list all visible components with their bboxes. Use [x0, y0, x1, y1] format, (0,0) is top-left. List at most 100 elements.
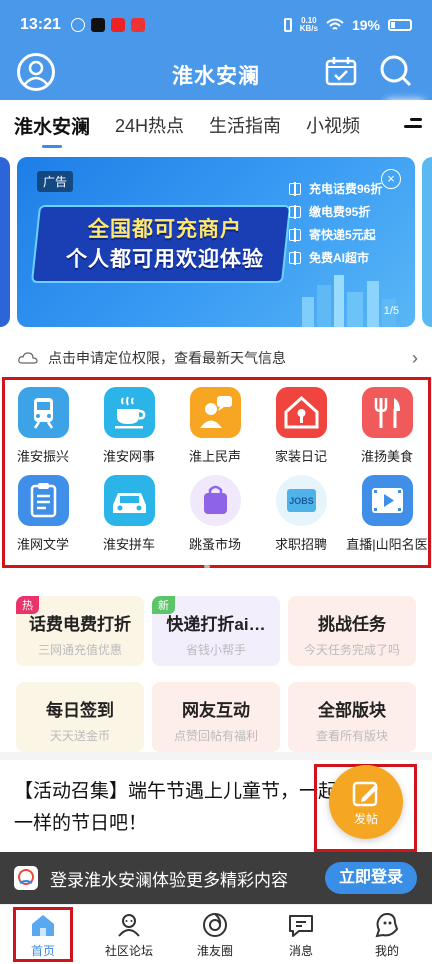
task-card-title: 挑战任务	[318, 615, 386, 634]
grid-item-huaian-pinche[interactable]: 淮安拼车	[86, 475, 172, 553]
gift-icon	[289, 204, 301, 219]
nav-friend-circle[interactable]: 淮友圈	[172, 905, 258, 964]
grid-item-label: 淮扬美食	[360, 449, 413, 464]
vibrate-icon	[283, 18, 292, 32]
wifi-icon	[326, 18, 344, 30]
task-card-subtitle: 今天任务完成了吗	[303, 643, 400, 657]
status-time: 13:21	[20, 16, 61, 33]
document-icon	[17, 475, 69, 526]
login-button[interactable]: 立即登录	[325, 862, 417, 894]
channel-menu-button[interactable]	[394, 100, 432, 150]
task-card-phone-bill[interactable]: 热 话费电费打折 三网通充值优惠	[16, 596, 144, 666]
search-button[interactable]	[379, 54, 413, 88]
film-icon	[361, 475, 413, 526]
login-prompt-text: 登录淮水安澜体验更多精彩内容	[50, 870, 288, 890]
nav-label: 社区论坛	[104, 944, 153, 958]
train-icon	[17, 387, 69, 438]
task-card-challenge[interactable]: 挑战任务 今天任务完成了吗	[288, 596, 416, 666]
person-speech-icon	[189, 387, 241, 438]
task-card-title: 全部版块	[318, 701, 386, 720]
grid-item-label: 淮网文学	[16, 537, 69, 552]
perk-item: 充电话费96折	[289, 177, 382, 200]
grid-item-label: 直播|山阳名医	[346, 537, 428, 552]
grid-item-flea-market[interactable]: 跳蚤市场	[172, 475, 258, 553]
banner-prev-peek	[0, 157, 10, 327]
gift-icon	[289, 181, 301, 196]
ad-tag: 广告	[37, 171, 74, 192]
message-icon	[287, 911, 315, 939]
nav-messages[interactable]: 消息	[258, 905, 344, 964]
task-card-all-sections[interactable]: 全部版块 查看所有版块	[288, 682, 416, 752]
calendar-check-icon	[325, 57, 357, 86]
ad-banner[interactable]: 广告 × 全国都可充商户 个人都可用欢迎体验 充电话费96折 缴电费95折 寄快…	[17, 157, 415, 327]
grid-item-label: 淮安拼车	[102, 537, 155, 552]
top-navbar: 淮水安澜	[0, 50, 432, 100]
grid-item-huaian-zhenxing[interactable]: 淮安振兴	[0, 387, 86, 465]
house-icon	[275, 387, 327, 438]
svg-text:JOBS: JOBS	[289, 496, 314, 506]
weather-text: 点击申请定位权限，查看最新天气信息	[48, 350, 286, 366]
grid-item-huaiwang-wenxue[interactable]: 淮网文学	[0, 475, 86, 553]
app-logo-icon	[14, 866, 38, 890]
menu-line-icon	[410, 118, 422, 121]
login-prompt-bar: 登录淮水安澜体验更多精彩内容 立即登录	[0, 852, 432, 904]
close-icon[interactable]: ×	[381, 169, 401, 189]
gift-icon	[289, 227, 301, 242]
grid-item-label: 家装日记	[274, 449, 327, 464]
post-button[interactable]: 发帖	[329, 765, 403, 839]
network-speed: 0.10 KB/s	[299, 16, 318, 33]
nav-label: 我的	[374, 944, 399, 958]
car-icon	[103, 475, 155, 526]
task-card-express[interactable]: 新 快递打折ai… 省钱小帮手	[152, 596, 280, 666]
app-header: 13:21 0.10 KB/s 19% 淮水安澜	[0, 0, 432, 100]
task-card-subtitle: 省钱小帮手	[185, 643, 246, 657]
tab-huaishui[interactable]: 淮水安澜	[14, 112, 90, 148]
grid-item-label: 淮安网事	[102, 449, 155, 464]
tab-short-video[interactable]: 小视频	[306, 112, 360, 138]
task-card-title: 每日签到	[46, 701, 114, 720]
tab-24h-hot[interactable]: 24H热点	[115, 112, 184, 138]
page-title: 淮水安澜	[172, 65, 260, 88]
grid-item-label: 淮安振兴	[16, 449, 69, 464]
task-card-interaction[interactable]: 网友互动 点赞回帖有福利	[152, 682, 280, 752]
slogan-line1: 全国都可充商户	[88, 218, 242, 241]
grid-item-huaian-wangshi[interactable]: 淮安网事	[86, 387, 172, 465]
home-nav-highlight	[13, 907, 73, 962]
app-notification-icon	[130, 18, 145, 32]
grid-item-live-doctor[interactable]: 直播|山阳名医	[344, 475, 430, 553]
chevron-right-icon: ›	[412, 347, 418, 368]
task-card-checkin[interactable]: 每日签到 天天送金币	[16, 682, 144, 752]
grid-item-jiazhuang-riji[interactable]: 家装日记	[258, 387, 344, 465]
tiktok-icon	[90, 18, 105, 32]
perk-item: 免费AI超市	[289, 246, 382, 269]
gift-icon	[289, 250, 301, 265]
weather-bar[interactable]: 点击申请定位权限，查看最新天气信息 ›	[18, 343, 418, 373]
search-icon	[380, 55, 412, 87]
banner-next-peek	[422, 157, 432, 327]
tab-life-guide[interactable]: 生活指南	[209, 112, 281, 138]
nav-profile[interactable]: 我的	[344, 905, 430, 964]
status-right: 0.10 KB/s 19%	[283, 16, 412, 33]
task-card-subtitle: 点赞回帖有福利	[173, 729, 258, 743]
section-divider	[0, 752, 432, 760]
nav-community[interactable]: 社区论坛	[86, 905, 172, 964]
task-card-subtitle: 三网通充值优惠	[37, 643, 122, 657]
grid-page-indicator	[204, 565, 210, 568]
perk-list: 充电话费96折 缴电费95折 寄快递5元起 免费AI超市	[289, 177, 382, 269]
profile-icon	[373, 911, 401, 939]
calendar-button[interactable]	[325, 56, 357, 86]
grid-item-huaishang-minsheng[interactable]: 淮上民声	[172, 387, 258, 465]
slogan-line2: 个人都可用欢迎体验	[66, 248, 264, 271]
cloud-icon	[18, 352, 38, 364]
task-card-title: 快递打折ai…	[166, 615, 266, 634]
grid-item-jobs[interactable]: JOBS 求职招聘	[258, 475, 344, 553]
perk-item: 寄快递5元起	[289, 223, 382, 246]
battery-icon	[388, 19, 412, 31]
grid-item-huaiyang-meishi[interactable]: 淮扬美食	[344, 387, 430, 465]
circle-icon	[201, 911, 229, 939]
task-card-subtitle: 查看所有版块	[315, 729, 388, 743]
channel-tabs: 淮水安澜 24H热点 生活指南 小视频	[0, 100, 432, 150]
nav-label: 淮友圈	[196, 944, 233, 958]
menu-line-icon	[404, 125, 422, 128]
new-badge: 新	[152, 596, 175, 614]
